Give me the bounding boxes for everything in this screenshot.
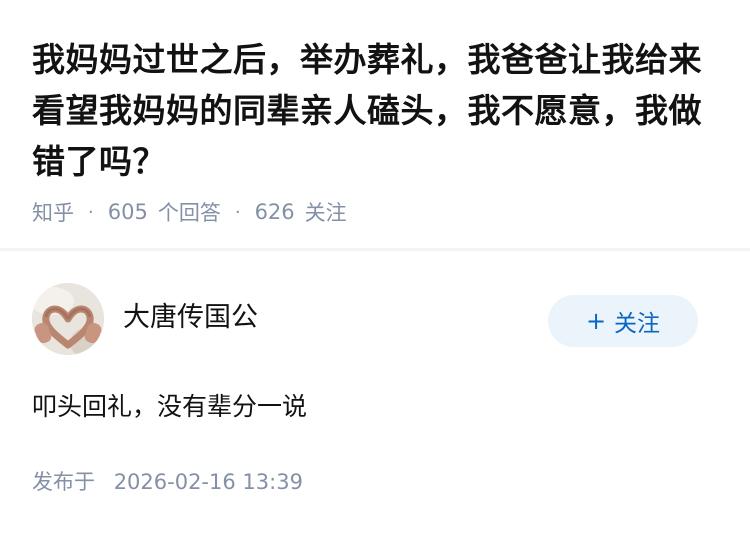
author-name[interactable]: 大唐传国公 xyxy=(123,301,258,335)
question-title[interactable]: 我妈妈过世之后，举办葬礼，我爸爸让我给来看望我妈妈的同辈亲人磕头，我不愿意，我做… xyxy=(32,34,722,187)
follow-button-label: 关注 xyxy=(614,311,661,337)
publish-time: 发布于 2026-02-16 13:39 xyxy=(32,467,303,497)
avatar-hands-heart-icon xyxy=(32,283,104,355)
follower-count-label: 关注 xyxy=(304,201,347,225)
publish-label: 发布于 xyxy=(32,470,95,494)
answer-card: 大唐传国公 + 关注 叩头回礼，没有辈分一说 发布于 2026-02-16 13… xyxy=(0,251,750,534)
source-label[interactable]: 知乎 xyxy=(32,197,74,227)
meta-separator: · xyxy=(88,201,94,223)
follow-button[interactable]: + 关注 xyxy=(548,295,698,347)
plus-icon: + xyxy=(585,307,607,335)
publish-timestamp: 2026-02-16 13:39 xyxy=(113,470,303,494)
follower-count: 626 xyxy=(254,200,295,224)
answer-content[interactable]: 叩头回礼，没有辈分一说 xyxy=(32,389,307,425)
meta-separator: · xyxy=(234,201,241,223)
answer-count-label: 个回答 xyxy=(157,201,221,225)
question-header: 我妈妈过世之后，举办葬礼，我爸爸让我给来看望我妈妈的同辈亲人磕头，我不愿意，我做… xyxy=(0,0,750,248)
question-meta: 知乎 · 605 个回答 · 626 关注 xyxy=(32,197,347,227)
answer-count: 605 xyxy=(107,200,148,224)
avatar[interactable] xyxy=(32,283,104,355)
